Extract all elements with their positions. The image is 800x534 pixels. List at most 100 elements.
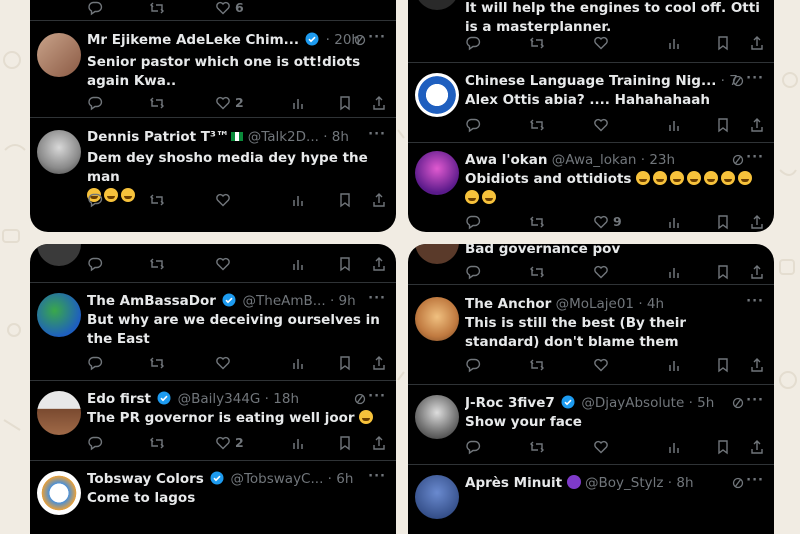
- bookmark-button[interactable]: [715, 117, 731, 133]
- share-button[interactable]: [749, 264, 765, 280]
- like-button[interactable]: [215, 192, 231, 208]
- bookmark-button[interactable]: [715, 214, 731, 230]
- tweet[interactable]: Dennis Patriot T³™ @Talk2D... · 8h ··· D…: [30, 117, 396, 232]
- views-button[interactable]: [291, 355, 307, 371]
- tweet-time[interactable]: · 9h: [330, 293, 356, 309]
- grok-icon[interactable]: [354, 34, 366, 46]
- share-button[interactable]: [371, 256, 387, 272]
- like-button[interactable]: [593, 264, 609, 280]
- author-name[interactable]: Awa l'okan: [465, 152, 547, 168]
- share-button[interactable]: [749, 35, 765, 51]
- tweet-time[interactable]: · 4h: [638, 296, 664, 312]
- reply-button[interactable]: [87, 256, 103, 272]
- author-name[interactable]: Mr Ejikeme AdeLeke Chim...: [87, 32, 299, 48]
- share-button[interactable]: [749, 117, 765, 133]
- retweet-button[interactable]: [529, 439, 545, 455]
- avatar[interactable]: [415, 151, 459, 195]
- reply-button[interactable]: [465, 214, 481, 230]
- grok-icon[interactable]: [732, 154, 744, 166]
- grok-icon[interactable]: [732, 397, 744, 409]
- author-name[interactable]: The Anchor: [465, 296, 551, 312]
- views-button[interactable]: [667, 357, 683, 373]
- share-button[interactable]: [749, 439, 765, 455]
- tweet[interactable]: The Anchor @MoLaje01 · 4h ··· This is st…: [408, 284, 774, 385]
- views-button[interactable]: [291, 435, 307, 451]
- like-button[interactable]: 2: [215, 95, 244, 111]
- retweet-button[interactable]: [529, 264, 545, 280]
- retweet-button[interactable]: [529, 214, 545, 230]
- author-name[interactable]: The AmBassaDor: [87, 293, 216, 309]
- like-button[interactable]: [215, 355, 231, 371]
- more-icon[interactable]: ···: [368, 127, 386, 142]
- tweet[interactable]: J-Roc 3five7 @DjayAbsolute · 5h ··· Show…: [408, 384, 774, 465]
- avatar[interactable]: [415, 475, 459, 519]
- retweet-button[interactable]: [149, 192, 165, 208]
- views-button[interactable]: [667, 35, 683, 51]
- bookmark-button[interactable]: [715, 264, 731, 280]
- tweet-time[interactable]: · 23h: [641, 152, 675, 168]
- author-name[interactable]: Chinese Language Training Nig...: [465, 73, 716, 89]
- share-button[interactable]: [371, 355, 387, 371]
- avatar[interactable]: [415, 297, 459, 341]
- avatar[interactable]: [415, 0, 459, 10]
- tweet[interactable]: [30, 244, 396, 282]
- views-button[interactable]: [291, 256, 307, 272]
- bookmark-button[interactable]: [715, 439, 731, 455]
- avatar[interactable]: [37, 130, 81, 174]
- more-icon[interactable]: ···: [746, 150, 764, 165]
- avatar[interactable]: [37, 471, 81, 515]
- more-icon[interactable]: ···: [746, 473, 764, 488]
- tweet[interactable]: Après Minuit @Boy_Stylz · 8h ···: [408, 464, 774, 534]
- like-button[interactable]: [215, 256, 231, 272]
- avatar[interactable]: [415, 244, 459, 264]
- author-name[interactable]: Edo first: [87, 391, 151, 407]
- views-button[interactable]: [667, 117, 683, 133]
- tweet-time[interactable]: · 6h: [328, 471, 354, 487]
- reply-button[interactable]: [465, 264, 481, 280]
- author-name[interactable]: Dennis Patriot T³™: [87, 129, 244, 145]
- reply-button[interactable]: [87, 355, 103, 371]
- reply-button[interactable]: [87, 0, 103, 16]
- bookmark-button[interactable]: [337, 256, 353, 272]
- avatar[interactable]: [415, 395, 459, 439]
- views-button[interactable]: [291, 95, 307, 111]
- tweet[interactable]: Mr Ejikeme AdeLeke Chim... · 20h ··· Sen…: [30, 20, 396, 118]
- reply-button[interactable]: [465, 35, 481, 51]
- views-button[interactable]: [667, 264, 683, 280]
- avatar[interactable]: [37, 391, 81, 435]
- retweet-button[interactable]: [149, 95, 165, 111]
- bookmark-button[interactable]: [715, 357, 731, 373]
- avatar[interactable]: [415, 73, 459, 117]
- bookmark-button[interactable]: [337, 355, 353, 371]
- tweet-time[interactable]: · 18h: [265, 391, 299, 407]
- more-icon[interactable]: ···: [746, 393, 764, 408]
- tweet-time[interactable]: · 8h: [323, 129, 349, 145]
- reply-button[interactable]: [87, 95, 103, 111]
- retweet-button[interactable]: [149, 256, 165, 272]
- reply-button[interactable]: [465, 357, 481, 373]
- like-button[interactable]: [593, 439, 609, 455]
- grok-icon[interactable]: [354, 393, 366, 405]
- tweet[interactable]: Bad governance pov: [408, 244, 774, 284]
- more-icon[interactable]: ···: [746, 71, 764, 86]
- more-icon[interactable]: ···: [368, 291, 386, 306]
- tweet[interactable]: Awa l'okan @Awa_lokan · 23h ··· Obidiots…: [408, 142, 774, 232]
- avatar[interactable]: [37, 293, 81, 337]
- reply-button[interactable]: [87, 192, 103, 208]
- avatar[interactable]: [37, 244, 81, 266]
- tweet-time[interactable]: · 5h: [689, 395, 715, 411]
- like-button[interactable]: [593, 117, 609, 133]
- tweet[interactable]: The AmBassaDor @TheAmB... · 9h ··· But w…: [30, 282, 396, 381]
- share-button[interactable]: [371, 435, 387, 451]
- reply-button[interactable]: [465, 439, 481, 455]
- views-button[interactable]: [667, 214, 683, 230]
- retweet-button[interactable]: [529, 357, 545, 373]
- tweet-time[interactable]: · 8h: [668, 475, 694, 491]
- avatar[interactable]: [37, 33, 81, 77]
- retweet-button[interactable]: [149, 355, 165, 371]
- author-name[interactable]: J-Roc 3five7: [465, 395, 555, 411]
- author-name[interactable]: Tobsway Colors: [87, 471, 204, 487]
- retweet-button[interactable]: [529, 117, 545, 133]
- views-button[interactable]: [291, 192, 307, 208]
- tweet[interactable]: Tobsway Colors @TobswayC... · 6h ··· Com…: [30, 460, 396, 534]
